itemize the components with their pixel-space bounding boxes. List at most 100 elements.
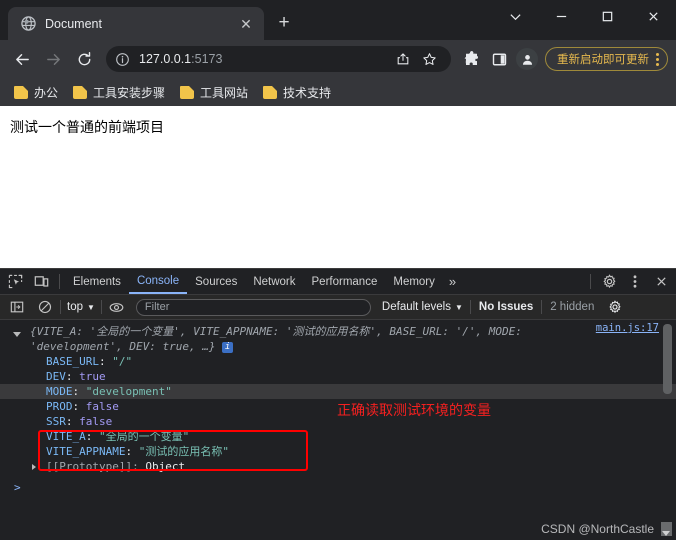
back-button[interactable] [8,45,36,73]
divider [541,300,543,314]
property-key: PROD [46,400,73,413]
preview-key: BASE_URL [389,325,443,338]
inspect-element-icon[interactable] [2,270,28,294]
property-value: false [79,415,113,428]
minimize-button[interactable] [538,0,584,32]
preview-value: '测试的应用名称' [285,325,377,338]
browser-tab[interactable]: Document ✕ [8,7,264,40]
folder-icon [263,85,278,99]
hidden-messages-count: 2 hidden [550,301,595,313]
url-port: :5173 [191,52,223,66]
live-expression-icon[interactable] [104,295,130,319]
tab-sources[interactable]: Sources [187,269,245,294]
bookmark-item[interactable]: 工具安装步骤 [67,81,171,103]
property-value: false [85,400,119,413]
forward-button[interactable] [39,45,67,73]
tab-favicon-icon [20,16,36,32]
preview-key: VITE_APPNAME [193,325,273,338]
preview-key: MODE [488,325,516,338]
issues-status[interactable]: No Issues [473,301,539,313]
extensions-icon[interactable] [459,45,485,73]
kebab-menu-icon[interactable] [653,52,662,66]
folder-icon [14,85,28,99]
prototype-row[interactable]: [[Prototype]]: Object [0,459,676,474]
tab-title: Document [45,16,102,31]
log-levels-select[interactable]: Default levels ▼ [377,301,468,313]
expand-arrow-icon[interactable] [13,332,21,340]
preview-value: 'development' [30,340,117,353]
bookmark-label: 办公 [34,85,59,100]
tab-console[interactable]: Console [128,269,188,294]
page-viewport: 测试一个普通的前端项目 [0,106,676,268]
tab-elements[interactable]: Elements [65,269,129,294]
close-devtools-icon[interactable] [648,270,674,294]
preview-value: true [162,340,189,353]
property-value: true [79,370,106,383]
console-scrollbar[interactable] [661,322,674,538]
device-toolbar-icon[interactable] [28,270,54,294]
bookmark-item[interactable]: 技术支持 [257,81,337,103]
side-panel-icon[interactable] [486,45,512,73]
tab-performance[interactable]: Performance [304,269,386,294]
clear-console-icon[interactable] [32,295,58,319]
prototype-label: [[Prototype]]: [46,460,139,473]
object-property-row[interactable]: MODE: "development" [0,384,676,399]
property-key: SSR [46,415,66,428]
info-badge-icon: i [222,342,234,353]
new-tab-button[interactable]: + [270,9,298,37]
gear-icon[interactable] [596,270,622,294]
bookmark-label: 工具网站 [200,85,249,100]
console-message: {VITE_A: '全局的一个变量', VITE_APPNAME: '测试的应用… [0,320,676,474]
object-property-row[interactable]: BASE_URL: "/" [0,354,676,369]
bookmark-star-icon[interactable] [417,47,441,71]
tab-network[interactable]: Network [245,269,303,294]
profile-avatar[interactable] [516,48,538,70]
console-output[interactable]: main.js:17 {VITE_A: '全局的一个变量', VITE_APPN… [0,320,676,540]
expand-arrow-icon[interactable] [32,464,36,470]
tab-strip: Document ✕ + [0,0,676,40]
property-value: "/" [112,355,133,368]
bookmark-label: 工具安装步骤 [93,85,166,100]
tab-search-icon[interactable] [492,0,538,32]
tab-memory[interactable]: Memory [385,269,443,294]
devtools-tab-bar: Elements Console Sources Network Perform… [0,269,676,295]
property-key: MODE [46,385,73,398]
reload-button[interactable] [70,45,98,73]
devtools-menu-icon[interactable] [622,270,648,294]
watermark: CSDN @NorthCastle [541,522,654,536]
bookmark-item[interactable]: 办公 [8,81,64,103]
share-icon[interactable] [391,47,415,71]
execution-context-select[interactable]: top ▼ [63,301,99,313]
log-levels-label: Default levels [381,301,451,313]
object-property-row[interactable]: DEV: true [0,369,676,384]
filter-input[interactable]: Filter [135,298,371,316]
divider [59,274,60,289]
object-property-row[interactable]: VITE_A: "全局的一个变量" [0,429,676,444]
tab-close-icon[interactable]: ✕ [236,14,256,34]
devtools-panel: Elements Console Sources Network Perform… [0,268,676,540]
console-sidebar-icon[interactable] [4,295,30,319]
divider [100,300,102,314]
console-prompt[interactable]: > [0,480,676,496]
bookmark-item[interactable]: 工具网站 [174,81,254,103]
preview-value: '/' [455,325,476,338]
more-tabs-icon[interactable]: » [443,274,462,289]
maximize-button[interactable] [584,0,630,32]
site-info-icon[interactable] [114,51,131,68]
property-key: DEV [46,370,66,383]
property-value: "全局的一个变量" [99,430,190,443]
close-window-button[interactable] [630,0,676,32]
object-property-row[interactable]: VITE_APPNAME: "测试的应用名称" [0,444,676,459]
divider [469,300,471,314]
console-settings-gear-icon[interactable] [602,295,628,319]
object-preview-row[interactable]: {VITE_A: '全局的一个变量', VITE_APPNAME: '测试的应用… [0,324,676,354]
chevron-down-icon[interactable] [662,531,670,536]
omnibox-actions [391,47,441,71]
prototype-value: Object [145,460,186,473]
annotation-text: 正确读取测试环境的变量 [337,403,491,419]
console-filter-bar: top ▼ Filter Default levels ▼ No Issues … [0,295,676,320]
bookmark-label: 技术支持 [283,85,332,100]
update-button[interactable]: 重新启动即可更新 [545,47,668,71]
address-bar[interactable]: 127.0.0.1:5173 [106,46,451,72]
scrollbar-thumb[interactable] [663,324,672,394]
